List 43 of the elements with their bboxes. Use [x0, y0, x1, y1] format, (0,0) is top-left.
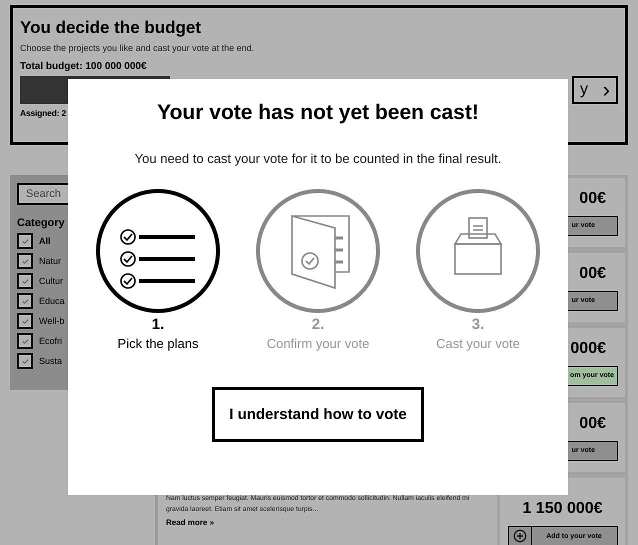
- project-price: 00€: [579, 264, 606, 282]
- category-label: Susta: [39, 356, 62, 366]
- category-label: Natur: [39, 256, 62, 266]
- step-number: 1.: [152, 316, 164, 333]
- check-icon: [20, 296, 30, 306]
- summary-button[interactable]: y ›: [572, 76, 618, 104]
- dialog-title: Your vote has not yet been cast!: [157, 101, 479, 125]
- project-price: 00€: [579, 190, 606, 208]
- page-title: You decide the budget: [20, 18, 202, 38]
- plus-icon: [512, 529, 526, 543]
- category-label: All: [39, 236, 51, 246]
- check-icon: [20, 316, 30, 326]
- step-number: 2.: [312, 316, 324, 333]
- check-icon: [20, 276, 30, 286]
- category-label: Well-b: [39, 316, 64, 326]
- understand-button[interactable]: I understand how to vote: [212, 387, 424, 442]
- checkbox[interactable]: [17, 253, 33, 269]
- category-label: Cultur: [39, 276, 64, 286]
- step-label: Cast your vote: [436, 336, 520, 351]
- checkbox[interactable]: [17, 353, 33, 369]
- check-icon: [20, 236, 30, 246]
- step-label: Confirm your vote: [266, 336, 370, 351]
- check-icon: [20, 356, 30, 366]
- step-number: 3.: [472, 316, 484, 333]
- category-label: Educa: [39, 296, 65, 306]
- assigned-amount: Assigned: 2: [20, 108, 66, 118]
- category-heading: Category: [17, 217, 66, 229]
- checkbox[interactable]: [17, 333, 33, 349]
- total-budget: Total budget: 100 000 000€: [20, 61, 148, 72]
- project-price: 1 150 000€: [522, 500, 603, 518]
- check-icon: [20, 256, 30, 266]
- project-price: 00€: [579, 414, 606, 432]
- step-label: Pick the plans: [118, 336, 198, 351]
- checkbox[interactable]: [17, 273, 33, 289]
- dialog-message: You need to cast your vote for it to be counted in the final result.: [134, 151, 502, 166]
- check-icon: [20, 336, 30, 346]
- checkbox[interactable]: [17, 313, 33, 329]
- project-price: 000€: [570, 340, 606, 358]
- page-subtitle: Choose the projects you like and cast your vote at the end.: [20, 43, 256, 53]
- checkbox[interactable]: [17, 233, 33, 249]
- checkbox[interactable]: [17, 293, 33, 309]
- read-more-link[interactable]: Read more »: [166, 518, 489, 527]
- category-label: Ecofri: [39, 336, 62, 346]
